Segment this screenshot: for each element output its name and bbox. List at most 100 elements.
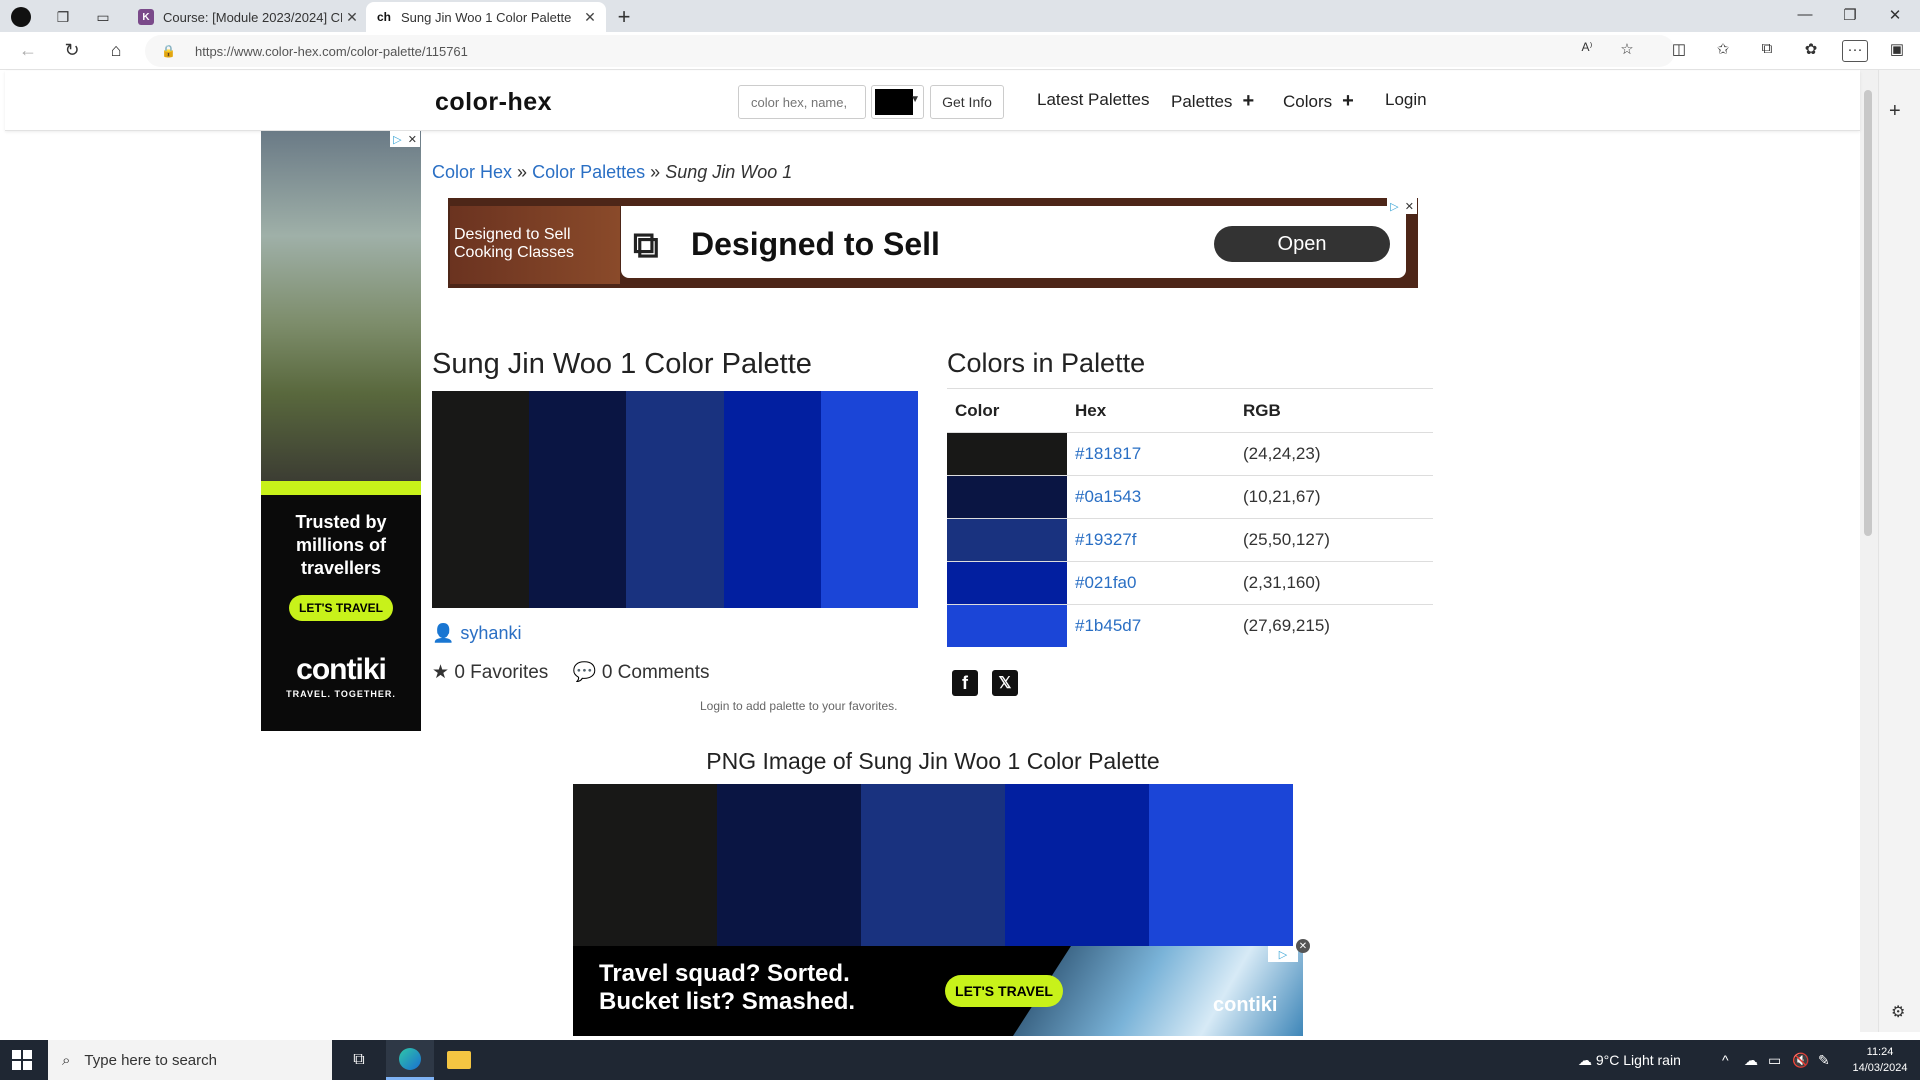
url-field[interactable]: 🔒 https://www.color-hex.com/color-palett… (145, 35, 1675, 67)
start-windows-icon[interactable] (12, 1050, 32, 1070)
edge-browser-icon[interactable] (386, 1040, 434, 1080)
login-note: Login to add palette to your favorites. (700, 699, 898, 713)
rgb-cell: (25,50,127) (1235, 518, 1433, 562)
search-icon: ⌕ (62, 1051, 71, 1069)
profile-icon[interactable] (10, 6, 32, 28)
bottom-advertisement[interactable]: Travel squad? Sorted. Bucket list? Smash… (573, 946, 1303, 1036)
menu-palettes[interactable]: Palettes + (1171, 90, 1254, 113)
ad-close-icon[interactable]: ✕ (1296, 939, 1310, 953)
facebook-share-icon[interactable]: f (952, 670, 978, 696)
palette-preview (432, 391, 919, 608)
favorite-star-icon[interactable]: ☆ (1614, 40, 1640, 62)
top-advertisement[interactable]: Designed to Sell Cooking Classes ⧉ Desig… (448, 198, 1418, 288)
column-header-rgb: RGB (1235, 388, 1433, 433)
show-hidden-icons-icon[interactable]: ^ (1722, 1052, 1729, 1068)
taskbar-clock[interactable]: 11:24 14/03/2024 (1848, 1044, 1912, 1076)
comment-icon[interactable]: 💬 (573, 662, 597, 683)
close-window-icon[interactable]: ✕ (1880, 6, 1910, 24)
color-picker[interactable]: ▼ (871, 85, 924, 119)
breadcrumb-palettes-link[interactable]: Color Palettes (532, 162, 645, 182)
refresh-icon[interactable]: ↻ (60, 40, 84, 62)
hex-link[interactable]: #181817 (1075, 444, 1141, 463)
clock-time: 11:24 (1866, 1046, 1894, 1058)
dropdown-arrow-icon: ▼ (910, 94, 920, 105)
add-sidebar-icon[interactable]: + (1889, 100, 1901, 123)
extensions-icon[interactable]: ✿ (1798, 40, 1824, 62)
hex-link[interactable]: #0a1543 (1075, 487, 1141, 506)
colors-table: Color Hex RGB #181817 (24,24,23) #0a1543 (1… (947, 388, 1433, 648)
hex-link[interactable]: #19327f (1075, 530, 1136, 549)
ad-brand-logo: contiki (1213, 994, 1278, 1016)
adchoices-icon[interactable]: ▷ (1268, 946, 1298, 962)
palette-stats: ★ 0 Favorites 💬 0 Comments (432, 660, 710, 684)
plus-icon: + (1342, 90, 1354, 112)
menu-colors[interactable]: Colors + (1283, 90, 1354, 113)
new-tab-button[interactable]: + (612, 4, 636, 30)
table-header-row: Color Hex RGB (947, 388, 1433, 433)
taskbar-search[interactable]: ⌕ Type here to search (48, 1040, 332, 1080)
hex-cell: #181817 (1067, 432, 1235, 476)
left-advertisement[interactable]: Trusted by millions of travellers LET'S … (261, 131, 421, 731)
color-swatch-cell (947, 475, 1067, 519)
workspaces-icon[interactable]: ❐ (52, 6, 74, 28)
sidebar-toggle-icon[interactable]: ▣ (1884, 40, 1910, 62)
x-share-icon[interactable]: 𝕏 (992, 670, 1018, 696)
home-icon[interactable]: ⌂ (104, 40, 128, 62)
hex-link[interactable]: #1b45d7 (1075, 616, 1141, 635)
read-aloud-icon[interactable]: A⁾ (1574, 40, 1600, 62)
color-swatch-cell (947, 432, 1067, 476)
ad-cta-button[interactable]: LET'S TRAVEL (289, 595, 393, 621)
get-info-button[interactable]: Get Info (930, 85, 1004, 119)
adchoices-icon[interactable]: ▷ ✕ (1387, 198, 1417, 214)
adchoices-icon[interactable]: ▷ ✕ (390, 131, 420, 147)
network-icon[interactable]: ▭ (1768, 1052, 1781, 1069)
color-swatch (947, 562, 1067, 604)
settings-gear-icon[interactable]: ⚙ (1891, 1002, 1905, 1022)
back-icon[interactable]: ← (16, 40, 40, 62)
collections-icon[interactable]: ⧉ (1754, 40, 1780, 62)
task-view-icon[interactable]: ⧉ (335, 1040, 383, 1080)
ad-headline: Designed to Sell (691, 226, 940, 262)
color-swatch (947, 433, 1067, 475)
table-row: #181817 (24,24,23) (947, 432, 1433, 476)
author-name: syhanki (460, 623, 522, 643)
pen-icon[interactable]: ✎ (1818, 1052, 1830, 1069)
file-explorer-icon[interactable] (435, 1040, 483, 1080)
ad-cta-button[interactable]: LET'S TRAVEL (945, 975, 1063, 1007)
menu-login[interactable]: Login (1385, 90, 1427, 110)
color-swatch (947, 476, 1067, 518)
color-search-input[interactable] (738, 85, 866, 119)
tab-actions-icon[interactable]: ▭ (92, 6, 114, 28)
windows-taskbar: ⌕ Type here to search ⧉ ☁ 9°C Light rain… (0, 1040, 1920, 1080)
column-header-color: Color (947, 388, 1067, 433)
hex-cell: #19327f (1067, 518, 1235, 562)
favorites-icon[interactable]: ✩ (1710, 40, 1736, 62)
breadcrumb-home-link[interactable]: Color Hex (432, 162, 512, 182)
close-tab-icon[interactable]: ✕ (342, 9, 362, 26)
tab-color-palette[interactable]: ch Sung Jin Woo 1 Color Palette ✕ (366, 2, 606, 32)
ad-accent-bar (261, 481, 421, 495)
palette-swatch (723, 391, 821, 608)
scrollbar-thumb[interactable] (1864, 90, 1872, 536)
menu-latest-palettes[interactable]: Latest Palettes (1037, 90, 1149, 110)
weather-widget[interactable]: ☁ 9°C Light rain (1578, 1052, 1681, 1069)
plus-icon: + (1242, 90, 1255, 112)
author-link[interactable]: 👤 syhanki (432, 623, 521, 644)
split-screen-icon[interactable]: ◫ (1666, 40, 1692, 62)
onedrive-icon[interactable]: ☁ (1744, 1052, 1758, 1069)
restore-icon[interactable]: ❐ (1835, 6, 1865, 24)
breadcrumb-separator: » (517, 162, 528, 182)
hex-link[interactable]: #021fa0 (1075, 573, 1136, 592)
tab-course[interactable]: K Course: [Module 2023/2024] CM ✕ (128, 2, 368, 32)
minimize-icon[interactable]: — (1790, 6, 1820, 23)
favorites-count: 0 Favorites (454, 662, 549, 683)
more-menu-icon[interactable]: ··· (1842, 40, 1868, 62)
ad-open-button[interactable]: Open (1214, 226, 1390, 262)
close-tab-icon[interactable]: ✕ (580, 9, 600, 26)
site-logo[interactable]: color-hex (435, 88, 552, 117)
volume-muted-icon[interactable]: 🔇 (1792, 1052, 1809, 1069)
edge-sidebar: + ⚙ (1878, 70, 1920, 1032)
ad-brand-logo: contiki (296, 653, 387, 686)
star-icon[interactable]: ★ (432, 662, 449, 683)
ad-tagline: TRAVEL. TOGETHER. (286, 689, 396, 699)
